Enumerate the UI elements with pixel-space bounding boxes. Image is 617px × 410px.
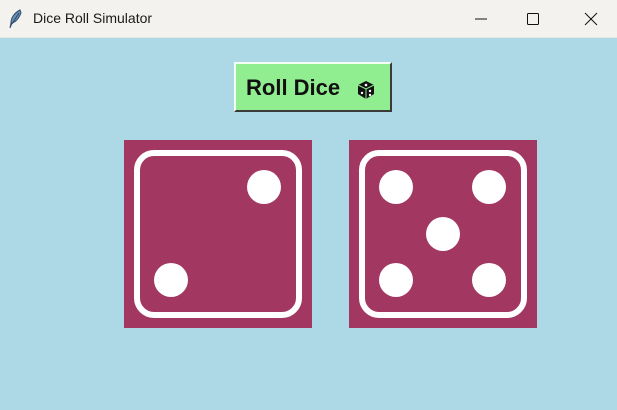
die-pip <box>472 170 506 204</box>
die-pip <box>426 217 460 251</box>
die-pip <box>247 170 281 204</box>
maximize-icon <box>527 13 539 25</box>
die-pip <box>379 170 413 204</box>
minimize-button[interactable] <box>458 0 504 37</box>
die-pip <box>472 263 506 297</box>
roll-dice-button[interactable]: Roll Dice <box>234 62 392 112</box>
die-left <box>124 140 312 328</box>
window-title: Dice Roll Simulator <box>33 10 153 26</box>
minimize-icon <box>475 18 487 20</box>
die-pip <box>379 263 413 297</box>
roll-dice-label: Roll Dice <box>246 75 341 100</box>
close-button[interactable] <box>568 0 614 37</box>
die-pip <box>154 263 188 297</box>
dice-icon <box>356 80 376 100</box>
window-titlebar: Dice Roll Simulator <box>0 0 617 38</box>
feather-icon <box>8 9 24 29</box>
die-right <box>349 140 537 328</box>
maximize-button[interactable] <box>510 0 556 37</box>
close-icon <box>584 12 598 26</box>
